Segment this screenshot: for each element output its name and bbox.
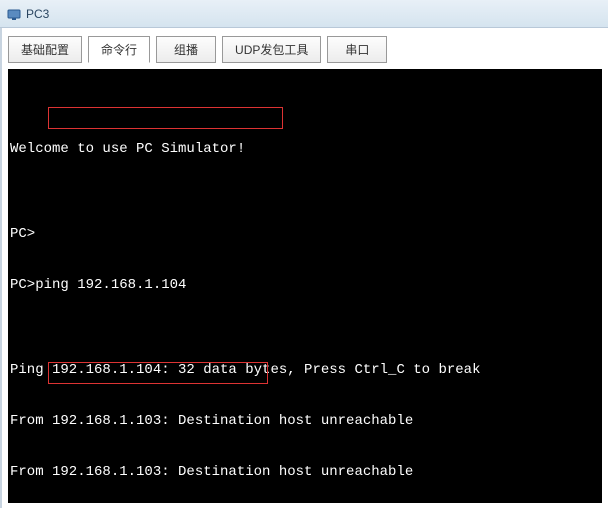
terminal-line: Ping 192.168.1.104: 32 data bytes, Press…: [10, 362, 600, 379]
tab-basic-config[interactable]: 基础配置: [8, 36, 82, 63]
tab-label: UDP发包工具: [235, 43, 308, 57]
tab-label: 命令行: [101, 43, 137, 57]
window-title: PC3: [26, 7, 49, 21]
tab-udp-tool[interactable]: UDP发包工具: [222, 36, 321, 63]
titlebar[interactable]: PC3: [0, 0, 608, 28]
tab-bar: 基础配置 命令行 组播 UDP发包工具 串口: [8, 36, 602, 69]
app-icon: [6, 6, 22, 22]
terminal-line: From 192.168.1.103: Destination host unr…: [10, 464, 600, 481]
content-area: 基础配置 命令行 组播 UDP发包工具 串口 Welcome to use PC…: [0, 28, 608, 508]
tab-label: 组播: [174, 43, 198, 57]
tab-label: 基础配置: [21, 43, 69, 57]
tab-multicast[interactable]: 组播: [156, 36, 216, 63]
terminal-line: From 192.168.1.103: Destination host unr…: [10, 413, 600, 430]
tab-serial[interactable]: 串口: [327, 36, 387, 63]
tab-label: 串口: [345, 43, 369, 57]
terminal-output[interactable]: Welcome to use PC Simulator! PC> PC>ping…: [8, 69, 602, 503]
terminal-line: PC>ping 192.168.1.104: [10, 277, 600, 294]
terminal-line: PC>: [10, 226, 600, 243]
terminal-line: Welcome to use PC Simulator!: [10, 141, 600, 158]
tab-command-line[interactable]: 命令行: [88, 36, 150, 63]
highlight-box-1: [48, 107, 283, 129]
app-window: PC3 基础配置 命令行 组播 UDP发包工具 串口 Welcome to us…: [0, 0, 608, 508]
